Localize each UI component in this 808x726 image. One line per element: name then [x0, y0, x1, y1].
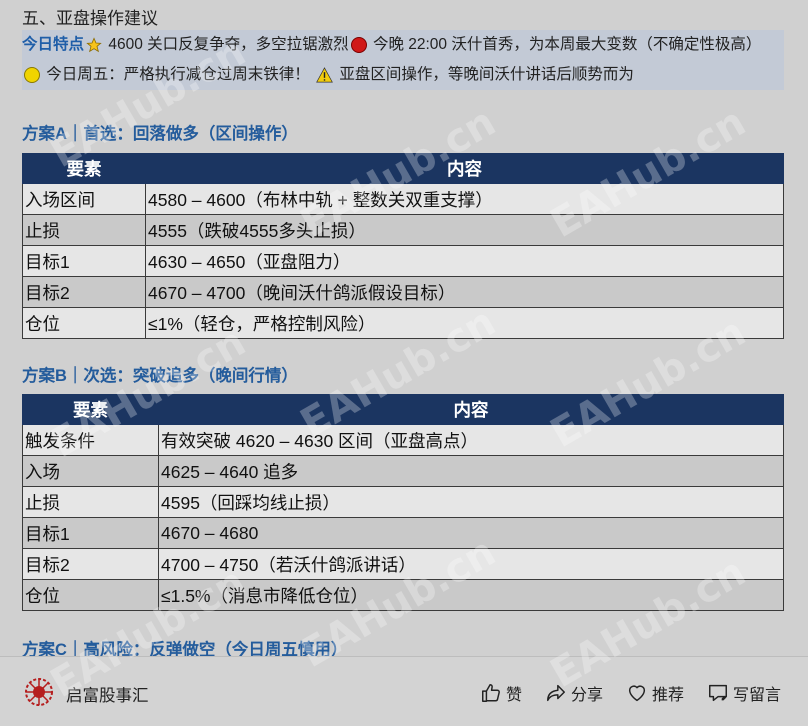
table-row: 目标2 4700 – 4750（若沃什鸽派讲话）: [22, 548, 784, 580]
brand-logo-icon[interactable]: [24, 677, 54, 707]
cell-label: 止损: [22, 486, 159, 518]
plan-a-title: 方案A｜首选：回落做多（区间操作）: [22, 125, 298, 143]
cell-label: 目标2: [22, 276, 146, 308]
header-content: 内容: [145, 153, 784, 184]
like-button[interactable]: 赞: [480, 681, 522, 705]
cell-value: 4630 – 4650（亚盘阻力）: [145, 245, 784, 277]
red-circle-icon: [350, 36, 367, 53]
recommend-label: 推荐: [652, 687, 685, 704]
cell-label: 止损: [22, 214, 146, 246]
cell-label: 目标1: [22, 245, 146, 277]
header-element: 要素: [22, 153, 146, 184]
heart-icon: [628, 685, 646, 702]
table-header-row: 要素 内容: [22, 394, 784, 425]
comment-button[interactable]: 写留言: [707, 681, 781, 705]
bottom-bar: 启富股事汇 赞 分享 推荐 写留言: [0, 656, 808, 726]
comment-icon: [709, 684, 727, 702]
cell-label: 目标1: [22, 517, 159, 549]
table-row: 入场 4625 – 4640 追多: [22, 455, 784, 487]
star-icon: [86, 37, 102, 53]
highlight-box: 今日特点 4600 关口反复争夺，多空拉锯激烈 今晚 22:00 沃什首秀，为本…: [22, 30, 784, 90]
cell-label: 仓位: [22, 307, 146, 339]
cell-value: 有效突破 4620 – 4630 区间（亚盘高点）: [158, 424, 784, 456]
table-row: 止损 4555（跌破4555多头止损）: [22, 214, 784, 246]
cell-label: 仓位: [22, 579, 159, 611]
share-button[interactable]: 分享: [545, 681, 603, 705]
cell-value: ≤1.5%（消息市降低仓位）: [158, 579, 784, 611]
plan-b-table: 要素 内容 触发条件 有效突破 4620 – 4630 区间（亚盘高点） 入场 46…: [22, 394, 784, 611]
table-row: 入场区间 4580 – 4600（布林中轨 + 整数关双重支撑）: [22, 183, 784, 215]
cell-value: 4670 – 4680: [158, 517, 784, 549]
comment-label: 写留言: [733, 687, 782, 704]
thumbs-up-icon: [482, 684, 500, 702]
brand-name[interactable]: 启富股事汇: [66, 682, 149, 706]
cell-label: 触发条件: [22, 424, 159, 456]
warning-icon: [316, 67, 334, 83]
highlight-part-2: 今晚 22:00 沃什首秀，为本周最大变数（不确定性极高）: [372, 36, 762, 53]
header-content: 内容: [158, 394, 784, 425]
highlight-part-3: 今日周五：严格执行减仓过周末铁律！: [42, 66, 315, 83]
table-row: 目标2 4670 – 4700（晚间沃什鸽派假设目标）: [22, 276, 784, 308]
cell-value: 4580 – 4600（布林中轨 + 整数关双重支撑）: [145, 183, 784, 215]
cell-label: 入场: [22, 455, 159, 487]
table-row: 止损 4595（回踩均线止损）: [22, 486, 784, 518]
like-label: 赞: [506, 687, 523, 704]
table-row: 仓位 ≤1.5%（消息市降低仓位）: [22, 579, 784, 611]
table-header-row: 要素 内容: [22, 153, 784, 184]
highlight-part-1: 4600 关口反复争夺，多空拉锯激烈: [108, 36, 349, 53]
plan-b-title: 方案B｜次选：突破追多（晚间行情）: [22, 367, 298, 385]
table-row: 目标1 4630 – 4650（亚盘阻力）: [22, 245, 784, 277]
table-row: 触发条件 有效突破 4620 – 4630 区间（亚盘高点）: [22, 424, 784, 456]
share-label: 分享: [571, 687, 604, 704]
recommend-button[interactable]: 推荐: [626, 681, 684, 705]
cell-label: 入场区间: [22, 183, 146, 215]
cell-value: 4555（跌破4555多头止损）: [145, 214, 784, 246]
highlight-part-4: 亚盘区间操作，等晚间沃什讲话后顺势而为: [335, 66, 634, 83]
cell-label: 目标2: [22, 548, 159, 580]
cell-value: 4700 – 4750（若沃什鸽派讲话）: [158, 548, 784, 580]
section-title: 五、亚盘操作建议: [22, 9, 158, 28]
cell-value: 4625 – 4640 追多: [158, 455, 784, 487]
highlight-line-1: 今日特点 4600 关口反复争夺，多空拉锯激烈 今晚 22:00 沃什首秀，为本…: [22, 30, 784, 90]
highlight-label: 今日特点: [22, 36, 85, 53]
cell-value: 4595（回踩均线止损）: [158, 486, 784, 518]
header-element: 要素: [22, 394, 159, 425]
share-icon: [547, 684, 565, 702]
yellow-circle-icon: [24, 66, 40, 83]
table-row: 目标1 4670 – 4680: [22, 517, 784, 549]
cell-value: ≤1%（轻仓，严格控制风险）: [145, 307, 784, 339]
plan-a-table: 要素 内容 入场区间 4580 – 4600（布林中轨 + 整数关双重支撑） 止损…: [22, 153, 784, 339]
table-row: 仓位 ≤1%（轻仓，严格控制风险）: [22, 307, 784, 339]
cell-value: 4670 – 4700（晚间沃什鸽派假设目标）: [145, 276, 784, 308]
